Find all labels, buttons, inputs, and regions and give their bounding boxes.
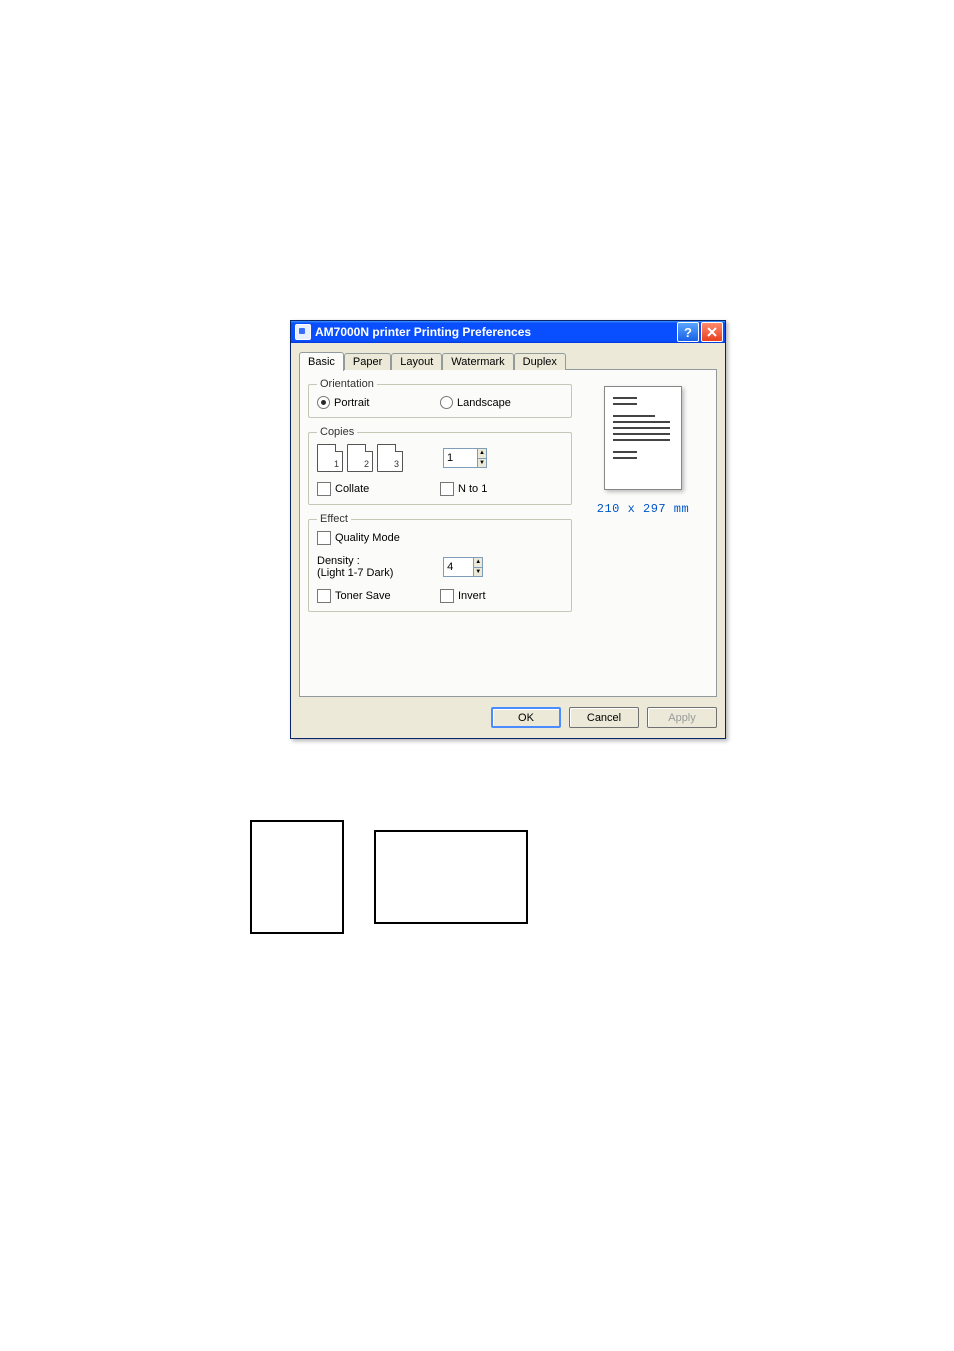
paper-size-label: 210 x 297 mm <box>597 502 689 516</box>
orientation-group: Orientation Portrait Landscape <box>308 378 572 418</box>
copies-group: Copies 1 2 3 <box>308 426 572 505</box>
landscape-figure-icon <box>374 830 528 924</box>
tab-layout[interactable]: Layout <box>391 353 442 370</box>
tab-duplex[interactable]: Duplex <box>514 353 566 370</box>
spinner-up-icon[interactable]: ▲ <box>473 558 482 568</box>
copy-stack-1-icon: 1 <box>317 444 343 472</box>
left-column: Orientation Portrait Landscape Copies <box>308 378 572 688</box>
density-input[interactable] <box>444 558 473 576</box>
apply-button: Apply <box>647 707 717 728</box>
cancel-button[interactable]: Cancel <box>569 707 639 728</box>
spinner-down-icon[interactable]: ▼ <box>473 568 482 577</box>
effect-group: Effect Quality Mode Density : (Light 1-7… <box>308 513 572 612</box>
preview-column: 210 x 297 mm <box>578 378 708 688</box>
titlebar[interactable]: AM7000N printer Printing Preferences ? <box>291 321 725 343</box>
radio-landscape[interactable]: Landscape <box>440 396 563 409</box>
checkbox-toner-save[interactable]: Toner Save <box>317 589 440 603</box>
radio-portrait-label: Portrait <box>334 397 369 409</box>
orientation-legend: Orientation <box>317 378 377 390</box>
copy-num-1: 1 <box>334 459 339 469</box>
radio-portrait[interactable]: Portrait <box>317 396 440 409</box>
copies-input[interactable] <box>444 449 477 467</box>
checkbox-quality-mode[interactable]: Quality Mode <box>317 531 563 545</box>
ok-button[interactable]: OK <box>491 707 561 728</box>
copies-spinner[interactable]: ▲ ▼ <box>443 448 487 468</box>
page-preview-icon <box>604 386 682 490</box>
nto1-label: N to 1 <box>458 483 487 495</box>
checkbox-icon <box>317 589 331 603</box>
spinner-down-icon[interactable]: ▼ <box>477 459 486 468</box>
orientation-figures <box>250 820 528 934</box>
tab-watermark[interactable]: Watermark <box>442 353 513 370</box>
help-button[interactable]: ? <box>677 322 699 342</box>
copy-num-2: 2 <box>364 459 369 469</box>
invert-label: Invert <box>458 590 486 602</box>
toner-save-label: Toner Save <box>335 590 391 602</box>
copies-icons: 1 2 3 <box>317 444 403 472</box>
dialog-body: Basic Paper Layout Watermark Duplex Orie… <box>291 343 725 697</box>
close-button[interactable] <box>701 322 723 342</box>
tab-paper[interactable]: Paper <box>344 353 391 370</box>
app-icon <box>295 324 311 340</box>
checkbox-invert[interactable]: Invert <box>440 589 563 603</box>
collate-label: Collate <box>335 483 369 495</box>
copies-legend: Copies <box>317 426 357 438</box>
tab-basic[interactable]: Basic <box>299 352 344 371</box>
checkbox-icon <box>317 482 331 496</box>
checkbox-icon <box>440 482 454 496</box>
printing-preferences-dialog: AM7000N printer Printing Preferences ? B… <box>290 320 726 739</box>
quality-mode-label: Quality Mode <box>335 532 400 544</box>
density-sublabel: (Light 1-7 Dark) <box>317 567 435 579</box>
copy-stack-2-icon: 2 <box>347 444 373 472</box>
radio-dot-icon <box>440 396 453 409</box>
radio-dot-icon <box>317 396 330 409</box>
radio-landscape-label: Landscape <box>457 397 511 409</box>
density-spinner[interactable]: ▲ ▼ <box>443 557 483 577</box>
copy-num-3: 3 <box>394 459 399 469</box>
density-label: Density : <box>317 555 435 567</box>
checkbox-icon <box>317 531 331 545</box>
portrait-figure-icon <box>250 820 344 934</box>
copy-stack-3-icon: 3 <box>377 444 403 472</box>
window-title: AM7000N printer Printing Preferences <box>315 325 675 339</box>
tab-page-basic: Orientation Portrait Landscape Copies <box>299 369 717 697</box>
checkbox-icon <box>440 589 454 603</box>
spinner-up-icon[interactable]: ▲ <box>477 449 486 459</box>
checkbox-nto1[interactable]: N to 1 <box>440 482 563 496</box>
tabstrip: Basic Paper Layout Watermark Duplex <box>299 352 717 370</box>
button-bar: OK Cancel Apply <box>291 697 725 738</box>
checkbox-collate[interactable]: Collate <box>317 482 440 496</box>
effect-legend: Effect <box>317 513 351 525</box>
